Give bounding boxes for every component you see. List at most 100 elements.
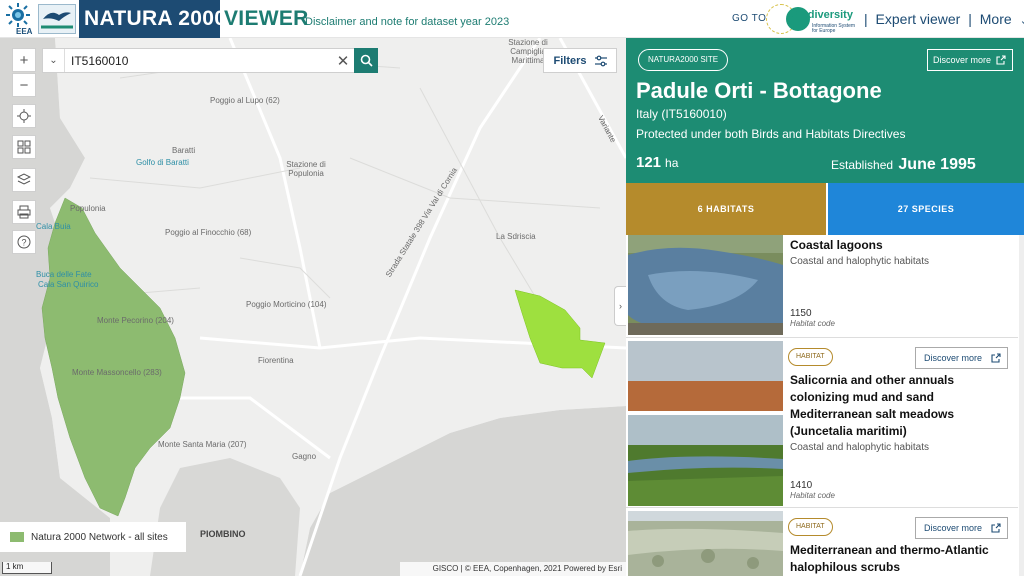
discover-more-button[interactable]: Discover more: [915, 517, 1008, 539]
more-label: More: [979, 11, 1012, 27]
search-button[interactable]: [354, 48, 378, 73]
habitat-info: Mediterranean and thermo-Atlantic haloph…: [790, 542, 990, 576]
map-label: Cala San Quirico: [38, 280, 99, 289]
search-input[interactable]: [65, 49, 332, 72]
natura-bird-icon: [41, 12, 73, 29]
print-button[interactable]: [12, 200, 36, 224]
svg-text:?: ?: [21, 238, 26, 248]
site-area-value: 121: [636, 154, 662, 171]
map-label: Monte Massoncello (283): [72, 368, 162, 377]
plus-icon: +: [19, 51, 29, 69]
eea-sun-icon: [6, 3, 30, 27]
sliders-icon: [594, 55, 607, 66]
tab-habitats[interactable]: 6 HABITATS: [626, 183, 826, 235]
close-icon: ✕: [336, 52, 350, 70]
basemap-gallery-button[interactable]: [12, 135, 36, 159]
biodiversity-logo-text: Biodiversity: [790, 9, 853, 21]
map-label: Monte Pecorino (204): [97, 316, 174, 325]
discover-more-label: Discover more: [933, 55, 992, 65]
site-protection: Protected under both Birds and Habitats …: [636, 127, 906, 141]
site-area-unit: ha: [665, 156, 679, 170]
site-country: Italy (IT5160010): [636, 107, 727, 121]
discover-more-button[interactable]: Discover more: [927, 49, 1013, 71]
layers-button[interactable]: [12, 168, 36, 192]
habitat-title: Coastal lagoons: [790, 238, 883, 252]
tab-species[interactable]: 27 SPECIES: [828, 183, 1024, 235]
habitat-category: Coastal and halophytic habitats: [790, 442, 929, 453]
discover-more-label: Discover more: [924, 353, 983, 363]
habitat-code-label: Habitat code: [790, 319, 835, 328]
search-icon: [360, 54, 373, 67]
habitat-card: HABITAT Discover more Salicornia and oth…: [626, 339, 1018, 508]
site-header: NATURA2000 SITE Discover more Padule Ort…: [626, 38, 1024, 183]
filters-label: Filters: [553, 54, 587, 67]
map-layers-icon: [17, 173, 31, 185]
site-type-badge: NATURA2000 SITE: [638, 49, 729, 71]
map-attribution: GISCO | © EEA, Copenhagen, 2021 Powered …: [400, 562, 626, 576]
more-menu[interactable]: More ⌄: [980, 11, 1024, 27]
site-established: Established June 1995: [831, 156, 976, 174]
map-legend: Natura 2000 Network - all sites: [0, 522, 186, 552]
natura-viewer-app: EEA NATURA 2000 VIEWER Disclaimer and no…: [0, 0, 1024, 576]
external-link-icon: [996, 55, 1006, 65]
viewer-title: VIEWER: [224, 7, 309, 30]
minus-icon: −: [19, 76, 29, 94]
established-label: Established: [831, 158, 894, 172]
map-label: Populonia: [70, 204, 106, 213]
habitat-card: Coastal lagoons Coastal and halophytic h…: [626, 235, 1018, 338]
habitat-info: Coastal lagoons Coastal and halophytic h…: [790, 237, 1010, 267]
discover-more-label: Discover more: [924, 523, 983, 533]
zoom-out-button[interactable]: −: [12, 73, 36, 97]
map-label: Poggio al Lupo (62): [210, 96, 280, 105]
search-dropdown[interactable]: ⌄: [43, 49, 65, 72]
habitat-info: Salicornia and other annuals colonizing …: [790, 372, 975, 453]
locate-button[interactable]: [12, 104, 36, 128]
habitat-title: Mediterranean and thermo-Atlantic haloph…: [790, 543, 989, 574]
printer-icon: [17, 205, 31, 219]
natura2000-logo[interactable]: [38, 4, 76, 34]
filters-button[interactable]: Filters: [543, 48, 617, 73]
map-label: Poggio al Finocchio (68): [165, 228, 252, 237]
clear-search-button[interactable]: ✕: [332, 49, 354, 72]
map-label: La Sdriscia: [496, 232, 536, 241]
discover-more-button[interactable]: Discover more: [915, 347, 1008, 369]
separator: |: [864, 11, 868, 27]
grid-icon: [17, 140, 31, 154]
map-label: Poggio Morticino (104): [246, 300, 327, 309]
map-label: Buca delle Fate: [36, 270, 92, 279]
site-name: Padule Orti - Bottagone: [636, 78, 882, 103]
habitat-title: Salicornia and other annuals colonizing …: [790, 373, 955, 438]
map-label: Monte Santa Maria (207): [158, 440, 247, 449]
habitat-card: HABITAT Discover more Mediterranean and …: [626, 509, 1018, 576]
habitat-photo: [628, 341, 783, 506]
panel-scrollbar[interactable]: [1019, 235, 1024, 576]
disclaimer-link[interactable]: Disclaimer and note for dataset year 202…: [305, 16, 509, 28]
external-link-icon: [991, 353, 1001, 363]
map-label: Cala Buia: [36, 222, 71, 231]
map-label: PIOMBINO: [200, 529, 246, 539]
eea-logo[interactable]: EEA: [2, 2, 34, 36]
brand-title[interactable]: NATURA 2000: [84, 7, 226, 31]
site-search-box: ⌄ ✕: [42, 48, 378, 73]
habitat-code: 1150: [790, 308, 812, 319]
biodiversity-logo[interactable]: Biodiversity Information System for Euro…: [766, 4, 862, 34]
expert-viewer-link[interactable]: Expert viewer: [876, 11, 961, 27]
habitat-code: 1410: [790, 480, 813, 491]
collapse-panel-button[interactable]: ›: [614, 286, 626, 326]
scale-bar: 1 km: [2, 562, 52, 574]
site-area: 121 ha: [636, 154, 678, 171]
legend-label: Natura 2000 Network - all sites: [31, 531, 168, 543]
top-header: EEA NATURA 2000 VIEWER Disclaimer and no…: [0, 0, 1024, 38]
legend-swatch: [10, 532, 24, 542]
separator: |: [968, 11, 972, 27]
help-button[interactable]: ?: [12, 230, 36, 254]
map-view[interactable]: Poggio al Lupo (62) Stazione di Campigli…: [0, 38, 626, 576]
chevron-down-icon: ⌄: [49, 55, 58, 66]
map-label: Gagno: [292, 452, 317, 461]
map-label: Baratti: [172, 146, 196, 155]
external-link-icon: [991, 523, 1001, 533]
zoom-in-button[interactable]: +: [12, 48, 36, 72]
map-label: Golfo di Baratti: [136, 158, 189, 167]
established-date: June 1995: [898, 156, 976, 173]
biodiversity-logo-sub: Information System for Europe: [812, 23, 856, 34]
